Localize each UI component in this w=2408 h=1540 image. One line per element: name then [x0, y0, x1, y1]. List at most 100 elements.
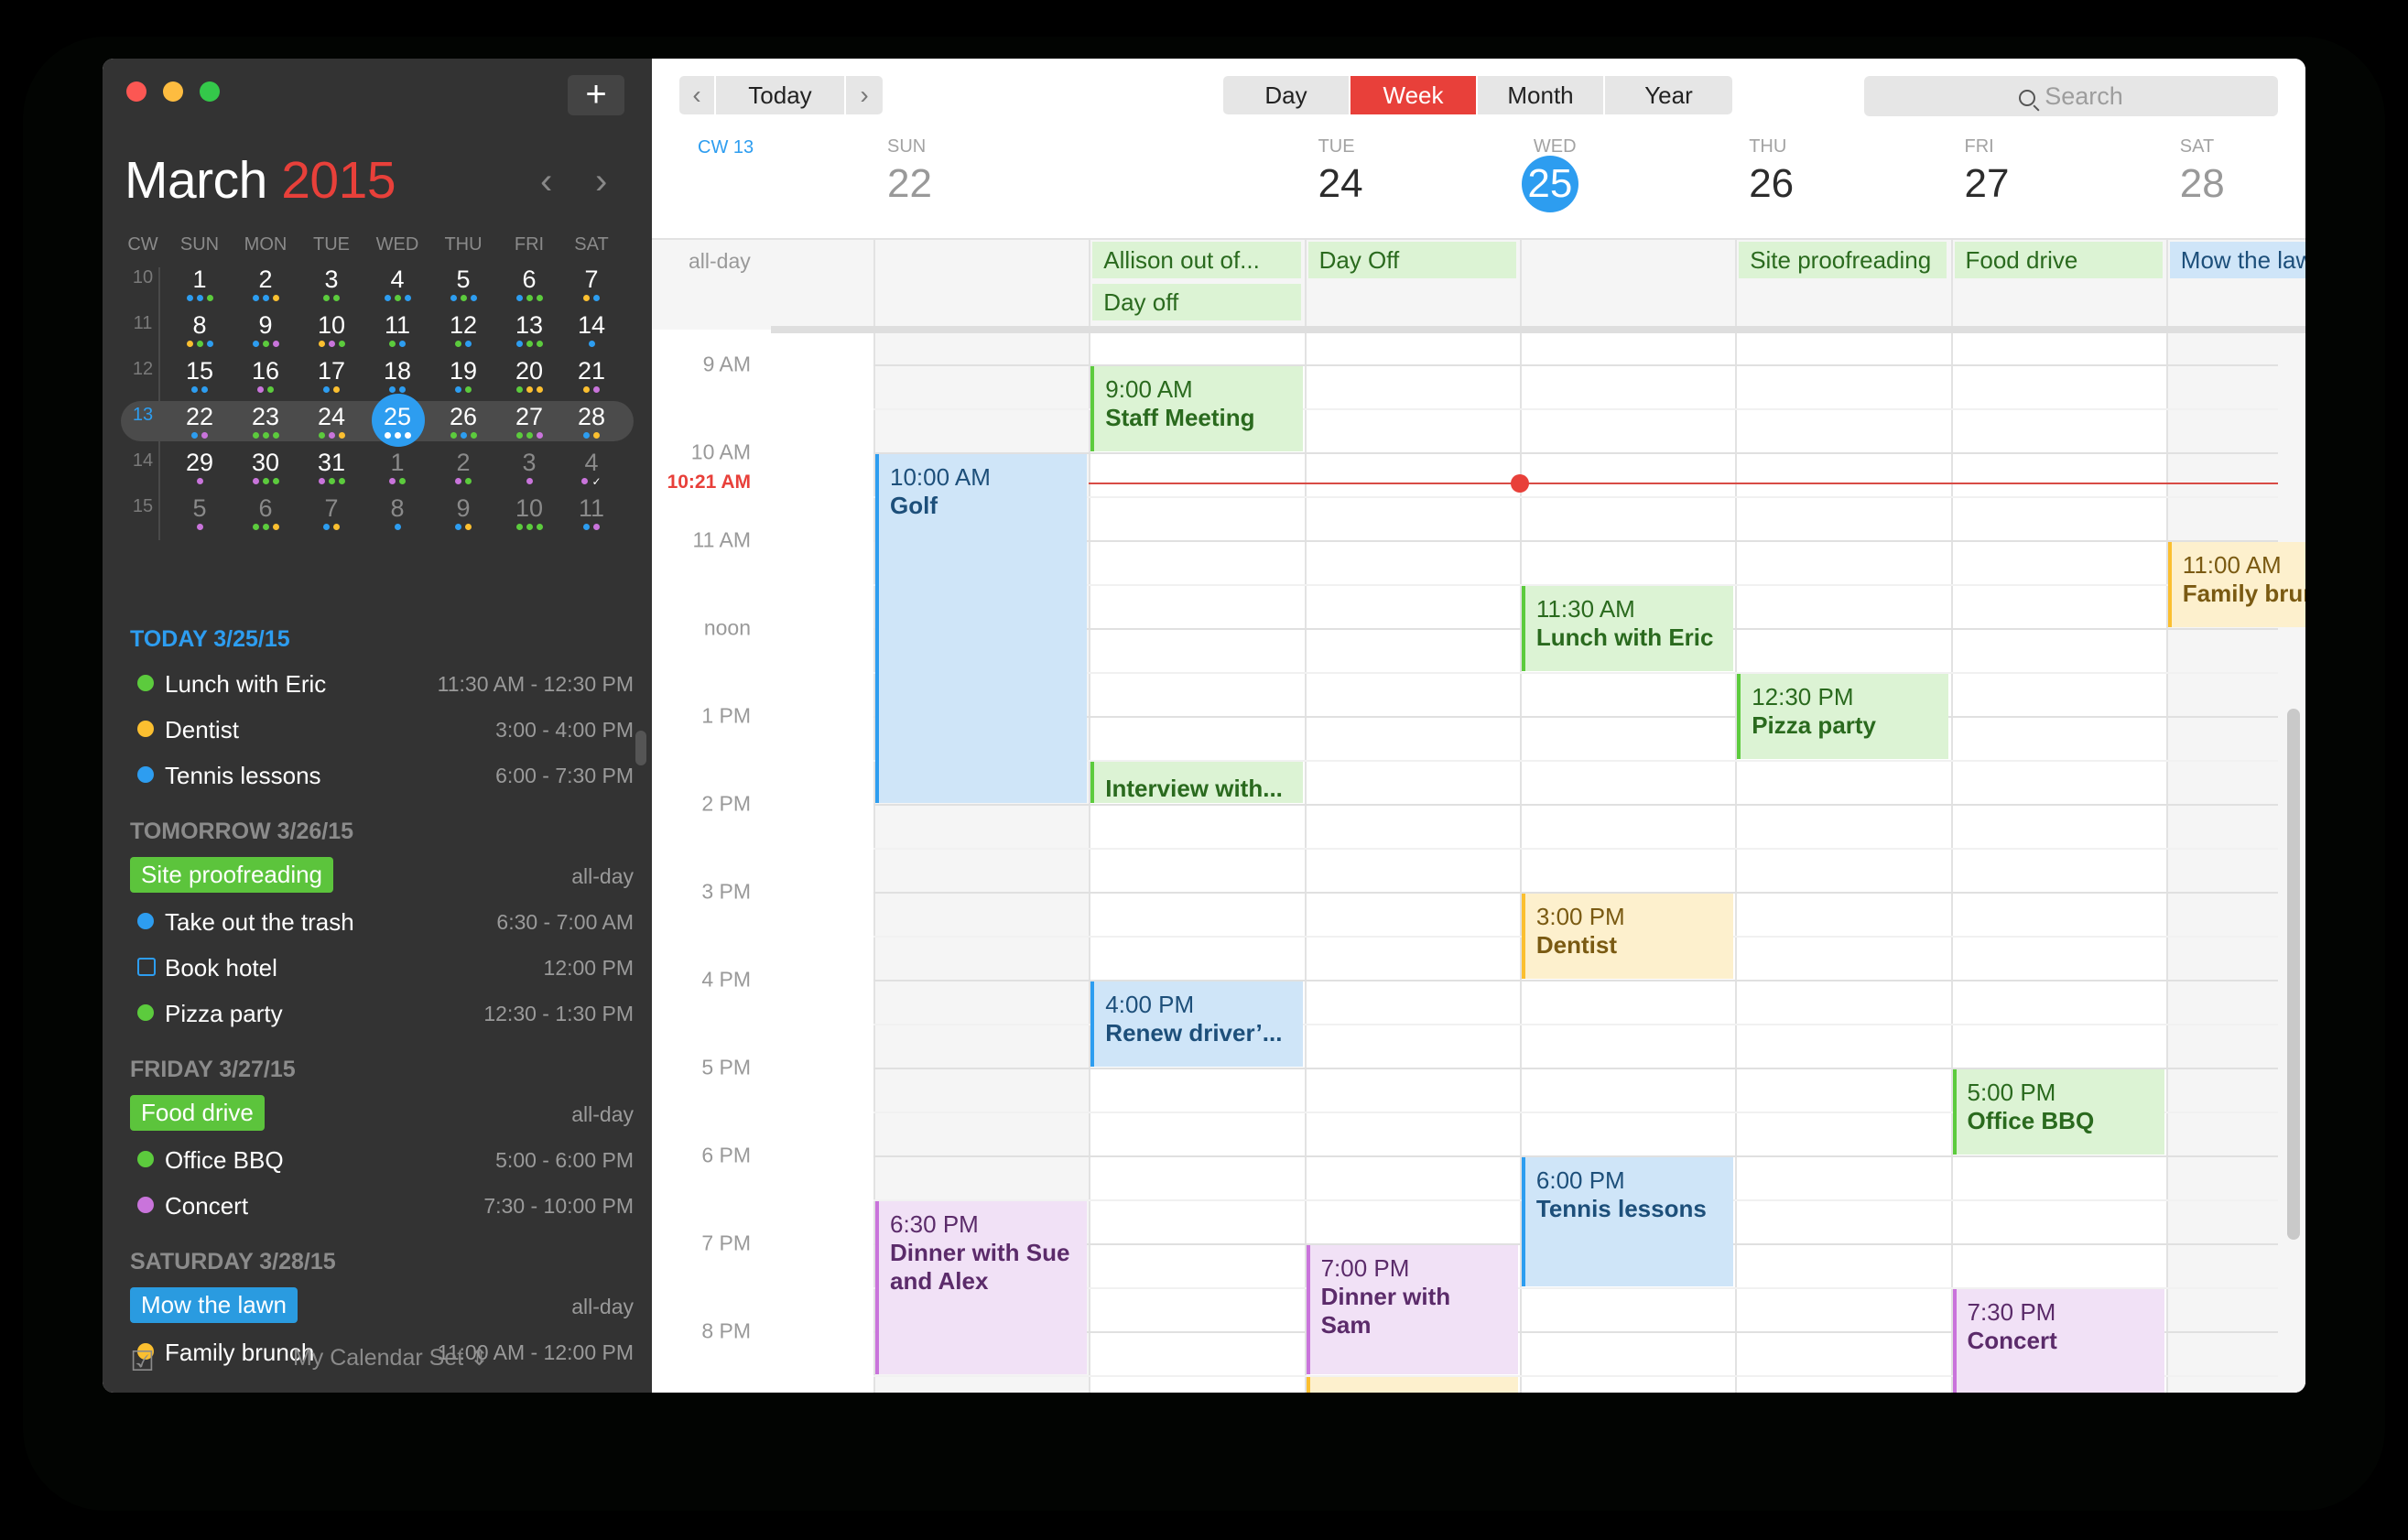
all-day-event[interactable]: Site proofreading	[1739, 242, 1947, 278]
mini-calendar-day[interactable]: 2	[238, 264, 293, 306]
calendar-event[interactable]: 6:00 PM Tennis lessons	[1521, 1156, 1734, 1286]
mini-calendar-day[interactable]: 1	[370, 447, 425, 489]
day-column[interactable]	[1735, 333, 1950, 1393]
calendar-event[interactable]	[1306, 1376, 1518, 1393]
search-input[interactable]: Search	[1864, 76, 2278, 116]
day-column[interactable]	[2165, 333, 2305, 1393]
all-day-separator[interactable]	[771, 326, 2305, 333]
mini-calendar-day[interactable]: 22	[172, 401, 227, 443]
calendar-event[interactable]: 5:00 PM Office BBQ	[1952, 1068, 2164, 1155]
mini-calendar-day[interactable]: 3	[304, 264, 359, 306]
mini-calendar-day[interactable]: 11	[564, 493, 619, 535]
next-week-button[interactable]: ›	[846, 76, 883, 114]
agenda-item[interactable]: Office BBQ 5:00 - 6:00 PM	[130, 1141, 634, 1177]
day-header[interactable]: SUN 22	[887, 136, 932, 207]
agenda-item[interactable]: Dentist 3:00 - 4:00 PM	[130, 710, 634, 747]
calendar-event[interactable]: 12:30 PM Pizza party	[1737, 673, 1949, 759]
agenda-item[interactable]: Tennis lessons 6:00 - 7:30 PM	[130, 756, 634, 793]
mini-calendar-day[interactable]: 31	[304, 447, 359, 489]
day-header[interactable]: THU 26	[1749, 136, 1794, 207]
day-header[interactable]: WED 25	[1521, 136, 1578, 212]
mini-calendar-day[interactable]: 13	[502, 309, 557, 352]
day-column[interactable]	[1950, 333, 2166, 1393]
mini-calendar-day[interactable]: 21	[564, 355, 619, 397]
calendar-event[interactable]: 10:00 AM Golf	[875, 453, 1088, 803]
close-window-button[interactable]	[126, 81, 146, 102]
mini-calendar-day[interactable]: 7	[564, 264, 619, 306]
agenda-item[interactable]: Site proofreading all-day	[130, 857, 634, 894]
day-column[interactable]	[1304, 333, 1520, 1393]
mini-calendar-day[interactable]: 25	[370, 394, 425, 447]
calendar-event[interactable]: 9:00 AM Staff Meeting	[1090, 365, 1303, 451]
agenda-item[interactable]: Food drive all-day	[130, 1095, 634, 1132]
day-header[interactable]: SAT 28	[2180, 136, 2225, 207]
mini-calendar-day[interactable]: 16	[238, 355, 293, 397]
calendar-event[interactable]: 6:30 PM Dinner with Sue and Alex	[875, 1200, 1088, 1374]
mini-calendar-day[interactable]: 15	[172, 355, 227, 397]
all-day-event[interactable]: Day off	[1092, 284, 1301, 320]
mini-calendar-day[interactable]: 19	[436, 355, 491, 397]
agenda-item[interactable]: Lunch with Eric 11:30 AM - 12:30 PM	[130, 665, 634, 701]
all-day-event[interactable]: Day Off	[1307, 242, 1516, 278]
calendar-event[interactable]: Interview with...	[1090, 761, 1303, 803]
calendar-event[interactable]: 7:00 PM Dinner with Sam	[1306, 1244, 1518, 1374]
mini-calendar-day[interactable]: 26	[436, 401, 491, 443]
calendar-event[interactable]: 7:30 PM Concert	[1952, 1288, 2164, 1393]
mini-calendar-day[interactable]: 27	[502, 401, 557, 443]
mini-calendar-day[interactable]: 5	[436, 264, 491, 306]
mini-calendar-day[interactable]: 24	[304, 401, 359, 443]
mini-calendar-day[interactable]: 4	[370, 264, 425, 306]
sidebar-scrollbar[interactable]	[635, 731, 646, 765]
chevron-left-icon[interactable]: ‹	[540, 161, 552, 202]
mini-calendar-day[interactable]: 5	[172, 493, 227, 535]
mini-calendar-day[interactable]: 9	[238, 309, 293, 352]
agenda-item[interactable]: Mow the lawn all-day	[130, 1287, 634, 1324]
calendar-event[interactable]: 11:30 AM Lunch with Eric	[1521, 585, 1734, 671]
mini-calendar-day[interactable]: 6	[502, 264, 557, 306]
mini-calendar-day[interactable]: 9	[436, 493, 491, 535]
mini-calendar-day[interactable]: 23	[238, 401, 293, 443]
today-button[interactable]: Today	[716, 76, 846, 114]
mini-calendar-day[interactable]: 18	[370, 355, 425, 397]
mini-calendar-day[interactable]: 17	[304, 355, 359, 397]
calendar-event[interactable]: 4:00 PM Renew driver’...	[1090, 981, 1303, 1067]
mini-calendar-day[interactable]: 20	[502, 355, 557, 397]
all-day-event[interactable]: Mow the lawn	[2169, 242, 2305, 278]
mini-calendar-day[interactable]: 10	[502, 493, 557, 535]
add-event-button[interactable]: +	[568, 75, 624, 115]
mini-calendar-day[interactable]: 29	[172, 447, 227, 489]
calendar-set-selector[interactable]: My Calendar Set ⇕	[103, 1344, 652, 1372]
mini-calendar-day[interactable]: 6	[238, 493, 293, 535]
agenda-item[interactable]: Take out the trash 6:30 - 7:00 AM	[130, 903, 634, 939]
mini-calendar-day[interactable]: 4 ✓	[564, 447, 619, 489]
mini-calendar-day[interactable]: 7	[304, 493, 359, 535]
mini-calendar-day[interactable]: 14	[564, 309, 619, 352]
all-day-event[interactable]: Food drive	[1954, 242, 2163, 278]
mini-calendar-day[interactable]: 12	[436, 309, 491, 352]
mini-calendar-day[interactable]: 1	[172, 264, 227, 306]
agenda-item[interactable]: Pizza party 12:30 - 1:30 PM	[130, 994, 634, 1031]
time-grid-scrollbar[interactable]	[2287, 709, 2300, 1240]
zoom-window-button[interactable]	[200, 81, 220, 102]
mini-calendar-day[interactable]: 2	[436, 447, 491, 489]
view-tab-day[interactable]: Day	[1223, 76, 1350, 114]
view-tab-month[interactable]: Month	[1478, 76, 1605, 114]
day-header[interactable]: FRI 27	[1965, 136, 2010, 207]
previous-week-button[interactable]: ‹	[679, 76, 716, 114]
mini-calendar-day[interactable]: 3	[502, 447, 557, 489]
mini-calendar-day[interactable]: 11	[370, 309, 425, 352]
chevron-right-icon[interactable]: ›	[595, 161, 607, 202]
day-header[interactable]: TUE 24	[1318, 136, 1363, 207]
task-checkbox-icon[interactable]	[137, 958, 156, 976]
mini-calendar-day[interactable]: 28	[564, 401, 619, 443]
day-column[interactable]	[1089, 333, 1304, 1393]
mini-calendar-day[interactable]: 8	[172, 309, 227, 352]
mini-calendar-day[interactable]: 30	[238, 447, 293, 489]
mini-calendar-day[interactable]: 8	[370, 493, 425, 535]
view-tab-week[interactable]: Week	[1350, 76, 1478, 114]
agenda-item[interactable]: Book hotel 12:00 PM	[130, 949, 634, 985]
agenda-item[interactable]: Concert 7:30 - 10:00 PM	[130, 1187, 634, 1223]
all-day-event[interactable]: Allison out of...	[1092, 242, 1301, 278]
minimize-window-button[interactable]	[163, 81, 183, 102]
calendar-event[interactable]: 3:00 PM Dentist	[1521, 893, 1734, 979]
